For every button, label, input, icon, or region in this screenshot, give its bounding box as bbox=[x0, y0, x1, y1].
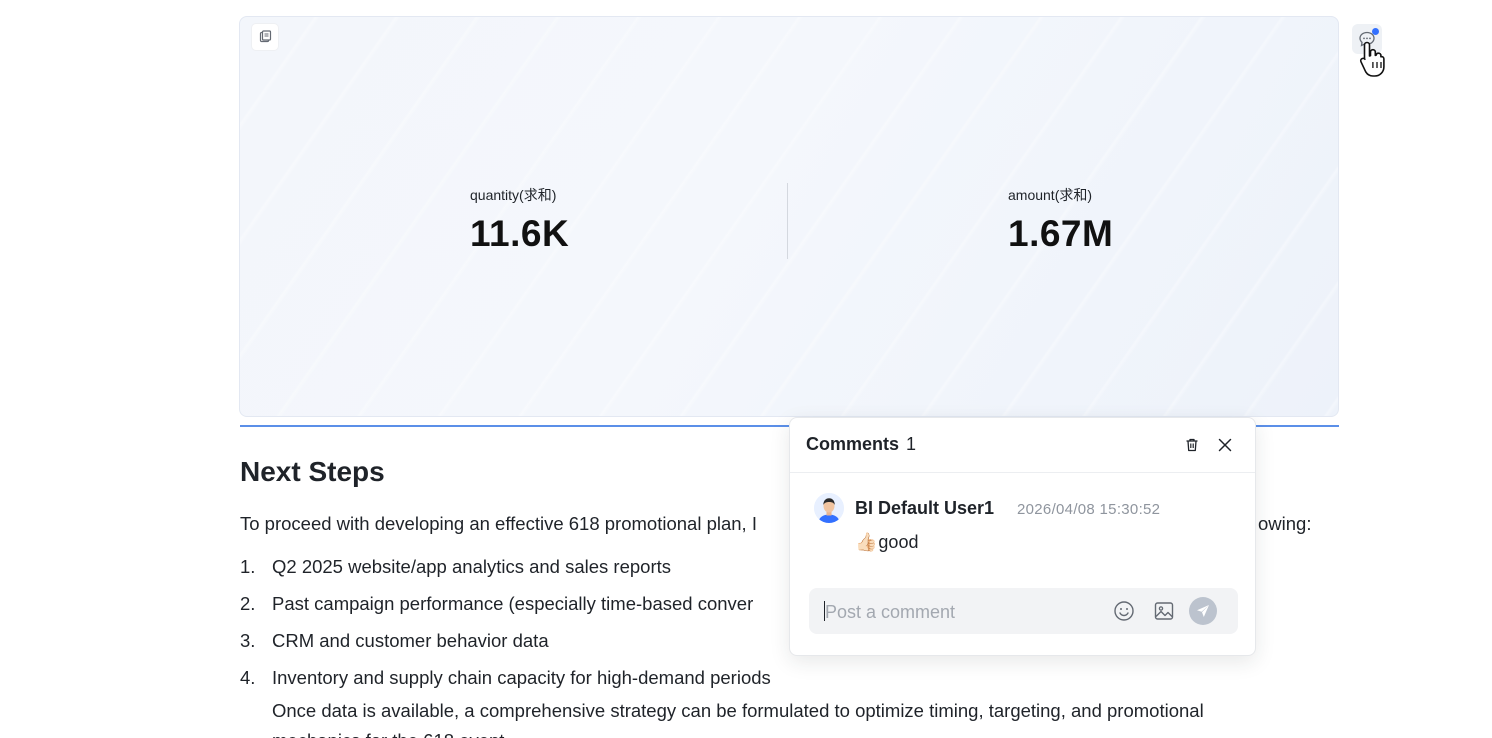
comments-header: Comments 1 bbox=[790, 418, 1255, 473]
metric-value: 11.6K bbox=[470, 213, 570, 254]
list-number: 1. bbox=[240, 556, 256, 577]
metric-amount: amount(求和) 1.67M bbox=[1008, 185, 1113, 255]
comments-panel: Comments 1 BI Default User1 2026/04/08 1… bbox=[789, 417, 1256, 656]
image-icon[interactable] bbox=[1152, 599, 1176, 623]
comments-title-label: Comments bbox=[806, 434, 900, 454]
metric-label: amount(求和) bbox=[1008, 187, 1093, 203]
intro-text-right: owing: bbox=[1258, 513, 1312, 534]
close-icon[interactable] bbox=[1215, 435, 1235, 455]
unread-dot bbox=[1372, 28, 1379, 35]
metric-divider bbox=[787, 183, 788, 259]
page: quantity(求和) 11.6K amount(求和) 1.67M Next… bbox=[0, 0, 1492, 738]
metric-value: 1.67M bbox=[1008, 213, 1114, 254]
intro-text-left: To proceed with developing an effective … bbox=[240, 513, 757, 534]
comment-timestamp: 2026/04/08 15:30:52 bbox=[1017, 501, 1161, 518]
list-item: 1. Q2 2025 website/app analytics and sale… bbox=[240, 556, 671, 578]
kpi-card: quantity(求和) 11.6K amount(求和) 1.67M bbox=[239, 16, 1339, 417]
comments-title: Comments 1 bbox=[806, 434, 916, 455]
comment-author[interactable]: BI Default User1 bbox=[855, 498, 994, 519]
list-number: 2. bbox=[240, 593, 256, 614]
closing-paragraph: Once data is available, a comprehensive … bbox=[272, 700, 1204, 721]
comment-input-box[interactable] bbox=[809, 588, 1238, 636]
list-item: 4. Inventory and supply chain capacity fo… bbox=[240, 667, 771, 689]
trash-icon[interactable] bbox=[1182, 435, 1202, 455]
hand-cursor-icon bbox=[1358, 40, 1392, 85]
list-item: 3. CRM and customer behavior data bbox=[240, 630, 549, 652]
thumbs-up-icon: 👍🏻 bbox=[855, 532, 878, 552]
metric-quantity: quantity(求和) 11.6K bbox=[470, 185, 569, 255]
smiley-icon[interactable] bbox=[1112, 599, 1136, 623]
avatar[interactable] bbox=[814, 493, 844, 523]
intro-paragraph: To proceed with developing an effective … bbox=[240, 513, 1311, 535]
list-text: Past campaign performance (especially ti… bbox=[272, 593, 754, 614]
list-number: 3. bbox=[240, 630, 256, 651]
closing-paragraph-cut: mechanics for the 618 event. bbox=[272, 730, 510, 738]
copy-icon[interactable] bbox=[252, 24, 278, 50]
section-heading: Next Steps bbox=[240, 456, 385, 487]
list-text: Q2 2025 website/app analytics and sales … bbox=[272, 556, 672, 577]
comments-count: 1 bbox=[906, 434, 917, 454]
list-text: Inventory and supply chain capacity for … bbox=[272, 667, 771, 688]
send-icon[interactable] bbox=[1189, 597, 1217, 625]
metric-label: quantity(求和) bbox=[470, 187, 557, 203]
list-text: CRM and customer behavior data bbox=[272, 630, 549, 651]
comment-text: good bbox=[878, 532, 919, 552]
card-sheen bbox=[240, 17, 1338, 416]
comment-input[interactable] bbox=[823, 588, 1097, 636]
list-item: 2. Past campaign performance (especially … bbox=[240, 593, 753, 615]
comment-body: 👍🏻 good bbox=[855, 532, 918, 553]
list-number: 4. bbox=[240, 667, 256, 688]
